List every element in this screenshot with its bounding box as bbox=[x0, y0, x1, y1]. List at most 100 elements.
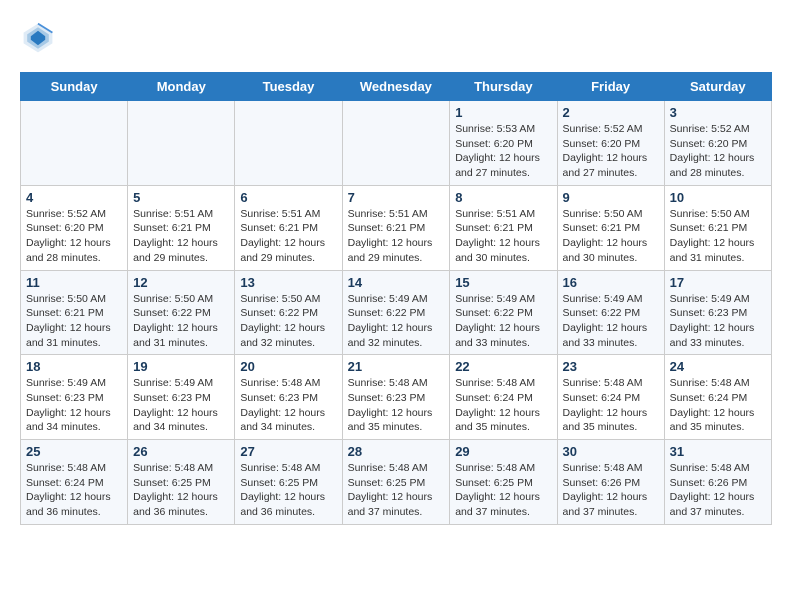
calendar-cell: 31 Sunrise: 5:48 AM Sunset: 6:26 PM Dayli… bbox=[664, 440, 771, 525]
day-info: Sunrise: 5:51 AM Sunset: 6:21 PM Dayligh… bbox=[240, 207, 336, 266]
day-info: Sunrise: 5:48 AM Sunset: 6:23 PM Dayligh… bbox=[348, 376, 445, 435]
day-info: Sunrise: 5:49 AM Sunset: 6:23 PM Dayligh… bbox=[670, 292, 766, 351]
calendar-cell: 28 Sunrise: 5:48 AM Sunset: 6:25 PM Dayli… bbox=[342, 440, 450, 525]
calendar-cell: 17 Sunrise: 5:49 AM Sunset: 6:23 PM Dayli… bbox=[664, 270, 771, 355]
day-info: Sunrise: 5:48 AM Sunset: 6:26 PM Dayligh… bbox=[670, 461, 766, 520]
weekday-monday: Monday bbox=[128, 73, 235, 101]
day-info: Sunrise: 5:48 AM Sunset: 6:25 PM Dayligh… bbox=[455, 461, 551, 520]
day-info: Sunrise: 5:51 AM Sunset: 6:21 PM Dayligh… bbox=[455, 207, 551, 266]
weekday-tuesday: Tuesday bbox=[235, 73, 342, 101]
day-number: 14 bbox=[348, 275, 445, 290]
day-number: 1 bbox=[455, 105, 551, 120]
weekday-saturday: Saturday bbox=[664, 73, 771, 101]
day-info: Sunrise: 5:48 AM Sunset: 6:23 PM Dayligh… bbox=[240, 376, 336, 435]
day-number: 7 bbox=[348, 190, 445, 205]
day-info: Sunrise: 5:48 AM Sunset: 6:24 PM Dayligh… bbox=[670, 376, 766, 435]
day-info: Sunrise: 5:50 AM Sunset: 6:21 PM Dayligh… bbox=[670, 207, 766, 266]
day-number: 28 bbox=[348, 444, 445, 459]
calendar-cell: 24 Sunrise: 5:48 AM Sunset: 6:24 PM Dayli… bbox=[664, 355, 771, 440]
calendar-cell: 29 Sunrise: 5:48 AM Sunset: 6:25 PM Dayli… bbox=[450, 440, 557, 525]
day-number: 3 bbox=[670, 105, 766, 120]
weekday-thursday: Thursday bbox=[450, 73, 557, 101]
calendar-table: SundayMondayTuesdayWednesdayThursdayFrid… bbox=[20, 72, 772, 525]
calendar-header: SundayMondayTuesdayWednesdayThursdayFrid… bbox=[21, 73, 772, 101]
day-info: Sunrise: 5:52 AM Sunset: 6:20 PM Dayligh… bbox=[563, 122, 659, 181]
calendar-cell: 25 Sunrise: 5:48 AM Sunset: 6:24 PM Dayli… bbox=[21, 440, 128, 525]
calendar-cell: 8 Sunrise: 5:51 AM Sunset: 6:21 PM Daylig… bbox=[450, 185, 557, 270]
day-number: 2 bbox=[563, 105, 659, 120]
day-number: 24 bbox=[670, 359, 766, 374]
calendar-cell: 15 Sunrise: 5:49 AM Sunset: 6:22 PM Dayli… bbox=[450, 270, 557, 355]
logo bbox=[20, 20, 60, 56]
calendar-cell: 18Sunrise: 5:49 AM Sunset: 6:23 PM Dayli… bbox=[21, 355, 128, 440]
day-info: Sunrise: 5:48 AM Sunset: 6:24 PM Dayligh… bbox=[563, 376, 659, 435]
weekday-header-row: SundayMondayTuesdayWednesdayThursdayFrid… bbox=[21, 73, 772, 101]
page-header bbox=[20, 20, 772, 56]
calendar-cell: 2 Sunrise: 5:52 AM Sunset: 6:20 PM Daylig… bbox=[557, 101, 664, 186]
day-info: Sunrise: 5:48 AM Sunset: 6:25 PM Dayligh… bbox=[348, 461, 445, 520]
week-row-4: 18Sunrise: 5:49 AM Sunset: 6:23 PM Dayli… bbox=[21, 355, 772, 440]
calendar-cell: 14 Sunrise: 5:49 AM Sunset: 6:22 PM Dayli… bbox=[342, 270, 450, 355]
calendar-cell: 22 Sunrise: 5:48 AM Sunset: 6:24 PM Dayli… bbox=[450, 355, 557, 440]
day-number: 10 bbox=[670, 190, 766, 205]
day-info: Sunrise: 5:51 AM Sunset: 6:21 PM Dayligh… bbox=[348, 207, 445, 266]
day-info: Sunrise: 5:50 AM Sunset: 6:22 PM Dayligh… bbox=[240, 292, 336, 351]
day-info: Sunrise: 5:48 AM Sunset: 6:25 PM Dayligh… bbox=[133, 461, 229, 520]
calendar-cell: 27Sunrise: 5:48 AM Sunset: 6:25 PM Dayli… bbox=[235, 440, 342, 525]
week-row-2: 4Sunrise: 5:52 AM Sunset: 6:20 PM Daylig… bbox=[21, 185, 772, 270]
calendar-cell: 19 Sunrise: 5:49 AM Sunset: 6:23 PM Dayli… bbox=[128, 355, 235, 440]
calendar-cell bbox=[128, 101, 235, 186]
day-number: 29 bbox=[455, 444, 551, 459]
day-number: 30 bbox=[563, 444, 659, 459]
calendar-cell: 7 Sunrise: 5:51 AM Sunset: 6:21 PM Daylig… bbox=[342, 185, 450, 270]
day-number: 5 bbox=[133, 190, 229, 205]
calendar-cell bbox=[342, 101, 450, 186]
day-info: Sunrise: 5:48 AM Sunset: 6:26 PM Dayligh… bbox=[563, 461, 659, 520]
day-info: Sunrise: 5:49 AM Sunset: 6:22 PM Dayligh… bbox=[455, 292, 551, 351]
week-row-3: 11Sunrise: 5:50 AM Sunset: 6:21 PM Dayli… bbox=[21, 270, 772, 355]
day-number: 4 bbox=[26, 190, 122, 205]
logo-icon bbox=[20, 20, 56, 56]
calendar-cell: 12Sunrise: 5:50 AM Sunset: 6:22 PM Dayli… bbox=[128, 270, 235, 355]
week-row-1: 1 Sunrise: 5:53 AM Sunset: 6:20 PM Daylig… bbox=[21, 101, 772, 186]
weekday-friday: Friday bbox=[557, 73, 664, 101]
day-info: Sunrise: 5:51 AM Sunset: 6:21 PM Dayligh… bbox=[133, 207, 229, 266]
day-number: 31 bbox=[670, 444, 766, 459]
day-number: 26 bbox=[133, 444, 229, 459]
day-info: Sunrise: 5:48 AM Sunset: 6:24 PM Dayligh… bbox=[26, 461, 122, 520]
day-number: 16 bbox=[563, 275, 659, 290]
calendar-cell: 26 Sunrise: 5:48 AM Sunset: 6:25 PM Dayli… bbox=[128, 440, 235, 525]
week-row-5: 25 Sunrise: 5:48 AM Sunset: 6:24 PM Dayli… bbox=[21, 440, 772, 525]
day-number: 27 bbox=[240, 444, 336, 459]
day-info: Sunrise: 5:49 AM Sunset: 6:22 PM Dayligh… bbox=[348, 292, 445, 351]
day-info: Sunrise: 5:53 AM Sunset: 6:20 PM Dayligh… bbox=[455, 122, 551, 181]
day-info: Sunrise: 5:49 AM Sunset: 6:23 PM Dayligh… bbox=[133, 376, 229, 435]
day-info: Sunrise: 5:50 AM Sunset: 6:21 PM Dayligh… bbox=[563, 207, 659, 266]
day-number: 17 bbox=[670, 275, 766, 290]
day-number: 25 bbox=[26, 444, 122, 459]
day-number: 22 bbox=[455, 359, 551, 374]
calendar-cell: 30 Sunrise: 5:48 AM Sunset: 6:26 PM Dayli… bbox=[557, 440, 664, 525]
day-number: 20 bbox=[240, 359, 336, 374]
day-number: 8 bbox=[455, 190, 551, 205]
calendar-cell: 5 Sunrise: 5:51 AM Sunset: 6:21 PM Daylig… bbox=[128, 185, 235, 270]
calendar-cell: 9 Sunrise: 5:50 AM Sunset: 6:21 PM Daylig… bbox=[557, 185, 664, 270]
calendar-cell: 3 Sunrise: 5:52 AM Sunset: 6:20 PM Daylig… bbox=[664, 101, 771, 186]
weekday-wednesday: Wednesday bbox=[342, 73, 450, 101]
day-info: Sunrise: 5:48 AM Sunset: 6:24 PM Dayligh… bbox=[455, 376, 551, 435]
weekday-sunday: Sunday bbox=[21, 73, 128, 101]
day-number: 19 bbox=[133, 359, 229, 374]
day-number: 11 bbox=[26, 275, 122, 290]
day-info: Sunrise: 5:50 AM Sunset: 6:22 PM Dayligh… bbox=[133, 292, 229, 351]
day-number: 6 bbox=[240, 190, 336, 205]
calendar-cell: 20 Sunrise: 5:48 AM Sunset: 6:23 PM Dayli… bbox=[235, 355, 342, 440]
day-number: 13 bbox=[240, 275, 336, 290]
calendar-cell: 11Sunrise: 5:50 AM Sunset: 6:21 PM Dayli… bbox=[21, 270, 128, 355]
calendar-cell: 23Sunrise: 5:48 AM Sunset: 6:24 PM Dayli… bbox=[557, 355, 664, 440]
day-info: Sunrise: 5:49 AM Sunset: 6:22 PM Dayligh… bbox=[563, 292, 659, 351]
calendar-cell: 1 Sunrise: 5:53 AM Sunset: 6:20 PM Daylig… bbox=[450, 101, 557, 186]
calendar-body: 1 Sunrise: 5:53 AM Sunset: 6:20 PM Daylig… bbox=[21, 101, 772, 525]
day-number: 15 bbox=[455, 275, 551, 290]
day-info: Sunrise: 5:52 AM Sunset: 6:20 PM Dayligh… bbox=[670, 122, 766, 181]
day-number: 9 bbox=[563, 190, 659, 205]
